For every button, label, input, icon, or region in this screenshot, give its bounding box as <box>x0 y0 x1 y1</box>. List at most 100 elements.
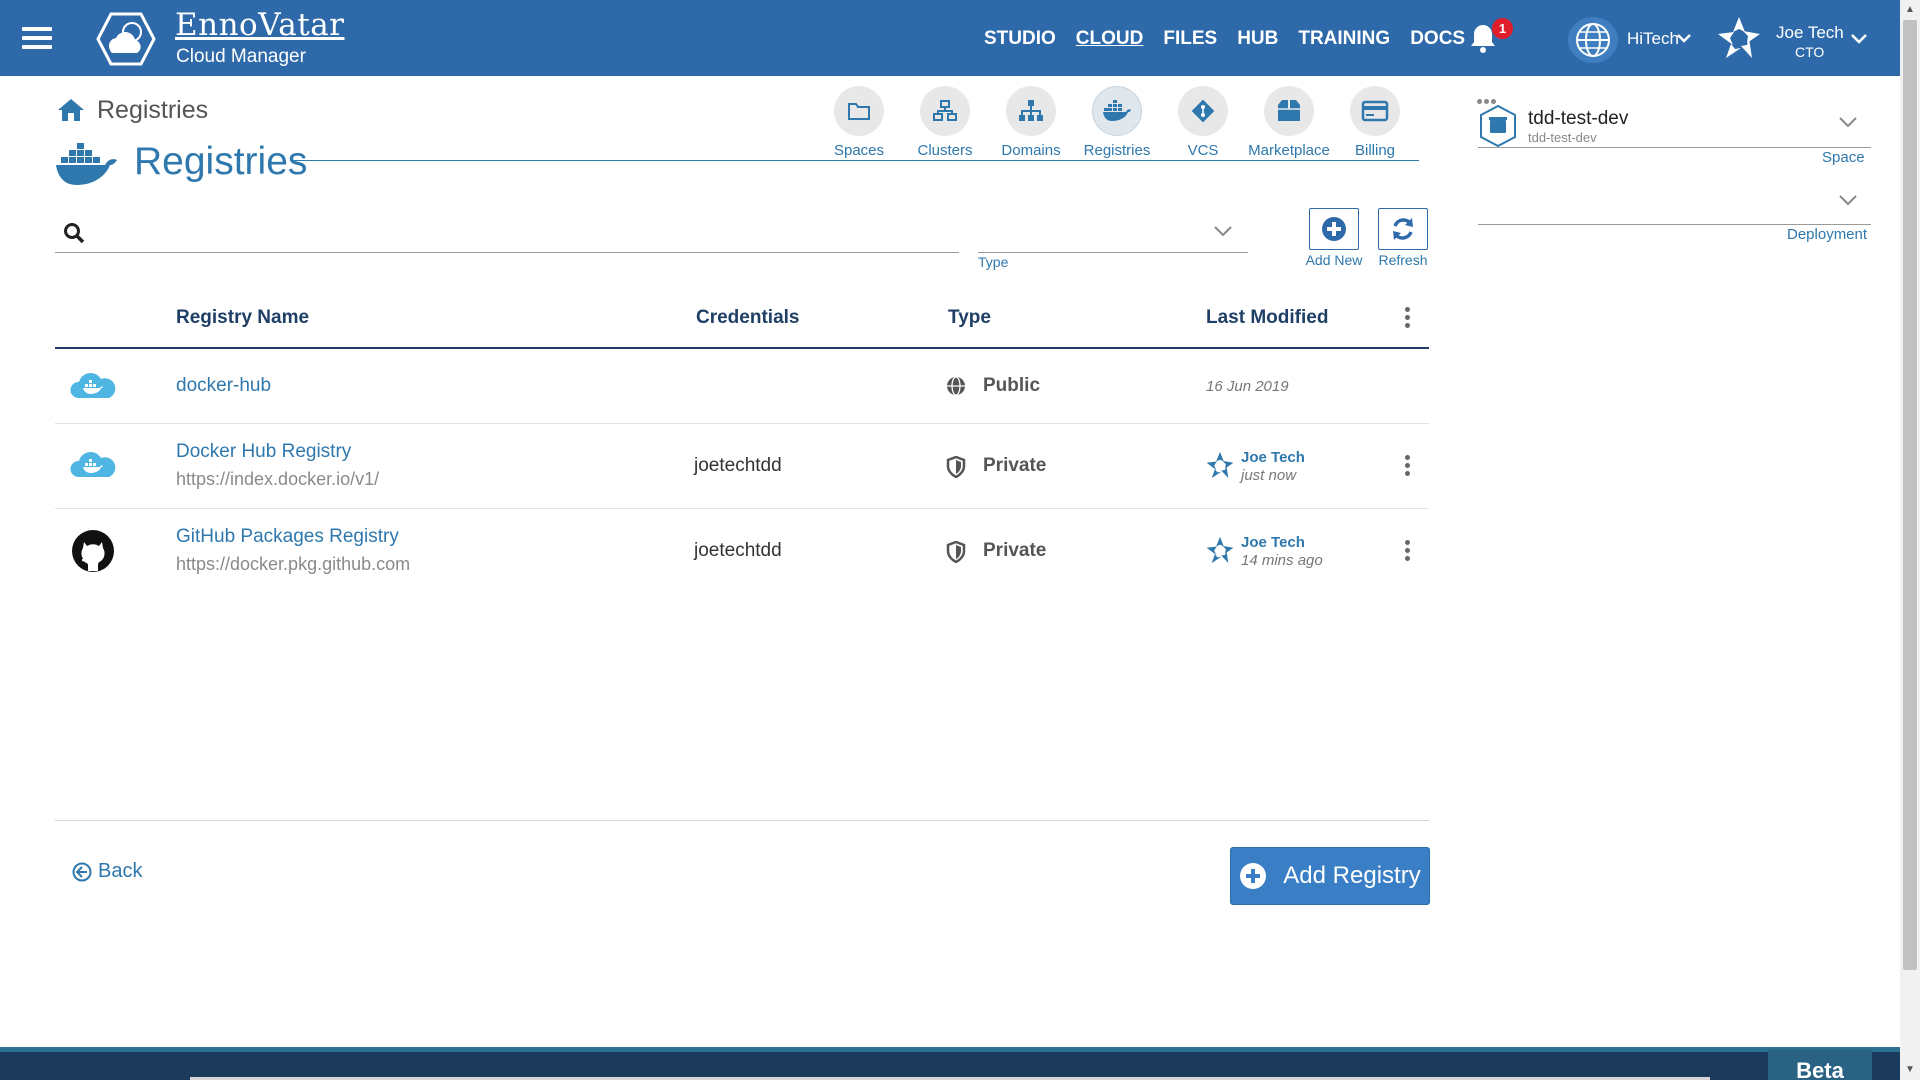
brand-subtitle: Cloud Manager <box>176 46 306 67</box>
user-name[interactable]: Joe Tech <box>1776 23 1844 43</box>
row-options-icon[interactable] <box>1405 540 1411 564</box>
nav-docs[interactable]: DOCS <box>1410 28 1465 50</box>
scroll-thumb[interactable] <box>1903 20 1917 970</box>
space-icon <box>1480 104 1516 148</box>
user-avatar <box>1206 451 1234 479</box>
type-label: Type <box>978 254 1009 270</box>
chevron-down-icon[interactable] <box>1838 115 1858 129</box>
registry-credentials: joetechtdd <box>694 540 782 561</box>
clusters-icon <box>920 86 970 136</box>
column-header-name[interactable]: Registry Name <box>176 307 309 329</box>
org-selector[interactable]: HiTech <box>1627 29 1679 49</box>
beta-tab[interactable]: Beta <box>1768 1050 1872 1080</box>
module-label: Billing <box>1354 142 1396 159</box>
space-label: Space <box>1822 149 1865 166</box>
registry-name[interactable]: GitHub Packages Registry <box>176 526 399 548</box>
add-new-label[interactable]: Add New <box>1299 252 1369 268</box>
card-icon <box>1350 86 1400 136</box>
git-icon <box>1178 86 1228 136</box>
module-vcs[interactable]: VCS <box>1161 86 1245 159</box>
modified-by[interactable]: Joe Tech <box>1241 449 1305 466</box>
table-header-divider <box>55 347 1429 349</box>
module-spaces[interactable]: Spaces <box>817 86 901 159</box>
space-select-underline <box>1478 147 1871 148</box>
globe-icon[interactable] <box>1568 17 1618 63</box>
sitemap-icon <box>1006 86 1056 136</box>
plus-circle-icon <box>1322 217 1346 241</box>
module-label: Clusters <box>917 142 973 159</box>
add-registry-label: Add Registry <box>1283 862 1421 889</box>
search-input[interactable] <box>95 214 955 250</box>
chevron-down-icon[interactable] <box>1850 32 1868 44</box>
deployment-select-underline <box>1478 224 1871 225</box>
bottom-bar <box>0 1047 1900 1080</box>
add-registry-button[interactable]: Add Registry <box>1230 847 1430 905</box>
nav-files[interactable]: FILES <box>1163 28 1217 50</box>
module-clusters[interactable]: Clusters <box>903 86 987 159</box>
scroll-down-arrow-icon[interactable]: ▼ <box>1904 1064 1916 1076</box>
registry-name[interactable]: docker-hub <box>176 375 271 397</box>
docker-whale-icon <box>56 143 117 185</box>
menu-icon[interactable] <box>22 27 52 49</box>
module-billing[interactable]: Billing <box>1333 86 1417 159</box>
page-title: Registries <box>134 140 308 183</box>
refresh-button[interactable] <box>1378 208 1428 250</box>
space-subtitle: tdd-test-dev <box>1528 130 1597 145</box>
user-avatar[interactable] <box>1714 14 1764 64</box>
registry-type: Private <box>983 455 1047 476</box>
modified-date: 16 Jun 2019 <box>1206 378 1289 395</box>
registry-url: https://docker.pkg.github.com <box>176 554 411 574</box>
shield-icon <box>946 456 966 478</box>
search-underline <box>55 252 959 253</box>
arrow-left-circle-icon <box>72 862 92 881</box>
module-registries[interactable]: Registries <box>1075 86 1159 159</box>
module-marketplace[interactable]: Marketplace <box>1247 86 1331 159</box>
nav-cloud[interactable]: CLOUD <box>1076 28 1144 50</box>
folder-icon <box>834 86 884 136</box>
module-label: Registries <box>1083 142 1151 159</box>
search-icon <box>64 223 85 244</box>
main-nav: STUDIO CLOUD FILES HUB TRAINING DOCS <box>984 28 1465 50</box>
back-link[interactable]: Back <box>72 860 142 883</box>
add-new-button[interactable] <box>1309 208 1359 250</box>
row-divider <box>55 508 1429 509</box>
breadcrumb[interactable]: Registries <box>97 96 208 125</box>
column-header-credentials[interactable]: Credentials <box>696 307 799 329</box>
modified-time: 14 mins ago <box>1241 552 1323 569</box>
nav-hub[interactable]: HUB <box>1237 28 1278 50</box>
back-label[interactable]: Back <box>98 860 142 883</box>
registry-name[interactable]: Docker Hub Registry <box>176 441 351 463</box>
scrollbar[interactable]: ▲ ▼ <box>1900 0 1920 1080</box>
chevron-down-icon[interactable] <box>1213 224 1233 238</box>
nav-training[interactable]: TRAINING <box>1298 28 1390 50</box>
column-header-type[interactable]: Type <box>948 307 991 329</box>
github-icon <box>72 530 114 572</box>
brand-name[interactable]: EnnoVatar <box>175 7 345 43</box>
module-label: VCS <box>1187 142 1219 159</box>
registry-url: https://index.docker.io/v1/ <box>176 469 380 489</box>
type-select[interactable] <box>978 214 1248 252</box>
column-options-icon[interactable] <box>1405 307 1411 331</box>
row-divider <box>55 423 1429 424</box>
shield-icon <box>946 541 966 563</box>
scroll-up-arrow-icon[interactable]: ▲ <box>1904 4 1916 16</box>
module-label: Marketplace <box>1248 142 1330 159</box>
row-options-icon[interactable] <box>1405 455 1411 479</box>
box-icon <box>1264 86 1314 136</box>
column-header-last-modified[interactable]: Last Modified <box>1206 307 1328 329</box>
type-underline <box>978 252 1248 253</box>
space-name[interactable]: tdd-test-dev <box>1528 108 1628 130</box>
nav-studio[interactable]: STUDIO <box>984 28 1056 50</box>
globe-icon <box>947 376 965 396</box>
notification-badge: 1 <box>1492 18 1513 39</box>
modified-by[interactable]: Joe Tech <box>1241 534 1305 551</box>
module-domains[interactable]: Domains <box>989 86 1073 159</box>
brand-logo-icon[interactable] <box>96 12 156 66</box>
module-label: Spaces <box>833 142 885 159</box>
chevron-down-icon[interactable] <box>1676 32 1692 44</box>
refresh-label[interactable]: Refresh <box>1368 252 1438 268</box>
home-icon[interactable] <box>56 97 86 123</box>
module-label: Domains <box>1001 142 1061 159</box>
content-divider <box>55 820 1429 821</box>
chevron-down-icon[interactable] <box>1838 193 1858 207</box>
